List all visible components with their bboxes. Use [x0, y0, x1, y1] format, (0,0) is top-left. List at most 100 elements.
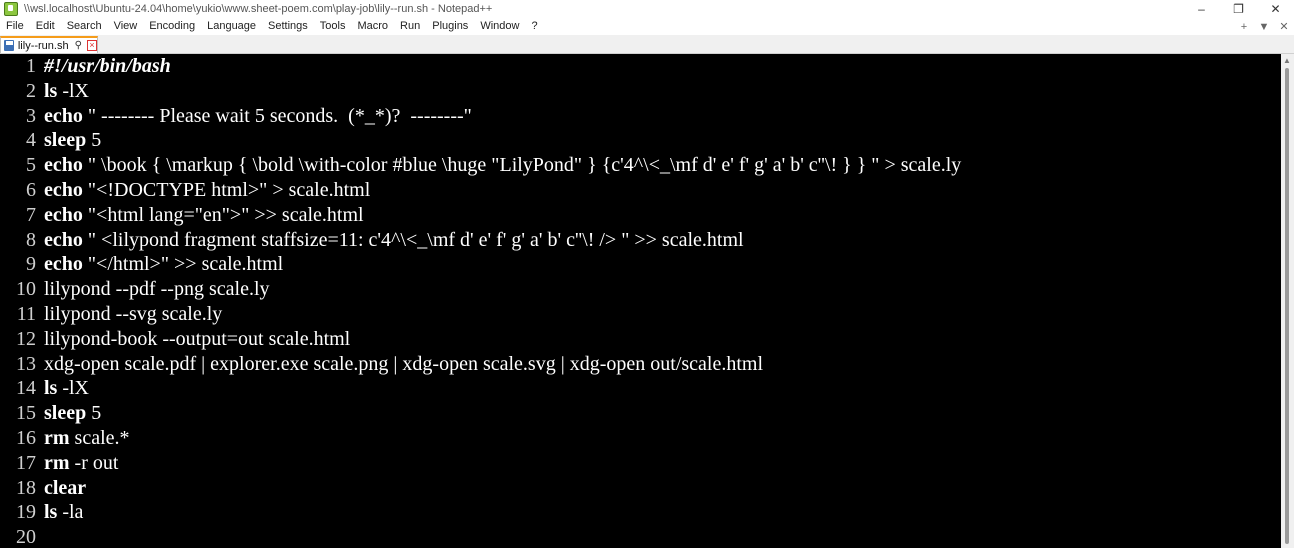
code-text: rm scale.*: [44, 426, 130, 451]
menu-view[interactable]: View: [108, 18, 144, 35]
saved-file-icon: [4, 40, 14, 51]
code-rest: 5: [86, 402, 102, 425]
close-document-icon[interactable]: ✕: [1274, 20, 1294, 33]
code-text: ls -lX: [44, 79, 89, 104]
code-rest: "</html>" >> scale.html: [82, 253, 284, 276]
code-text: ls -la: [44, 500, 83, 525]
code-text: echo " -------- Please wait 5 seconds. (…: [44, 104, 472, 129]
code-line[interactable]: 7 echo "<html lang="en">" >> scale.html: [0, 203, 1281, 228]
code-keyword: rm: [44, 451, 70, 474]
code-keyword: echo: [44, 179, 83, 201]
line-number: 2: [26, 79, 36, 102]
menu-file[interactable]: File: [0, 18, 30, 35]
code-line[interactable]: 14 ls -lX: [0, 376, 1281, 401]
code-line[interactable]: 2 ls -lX: [0, 79, 1281, 104]
line-number: 12: [16, 327, 36, 350]
code-line[interactable]: 6 echo "<!DOCTYPE html>" > scale.html: [0, 178, 1281, 203]
menu-plugins[interactable]: Plugins: [426, 18, 474, 35]
code-line[interactable]: 10 lilypond --pdf --png scale.ly: [0, 277, 1281, 302]
code-text: xdg-open scale.pdf | explorer.exe scale.…: [44, 352, 763, 377]
menu-edit[interactable]: Edit: [30, 18, 61, 35]
menu-run[interactable]: Run: [394, 18, 426, 35]
code-keyword: ls: [44, 501, 58, 524]
code-line[interactable]: 4 sleep 5: [0, 128, 1281, 153]
line-number: 11: [16, 303, 36, 325]
code-line[interactable]: 18 clear: [0, 476, 1281, 501]
code-text: sleep 5: [44, 128, 101, 153]
close-button[interactable]: ✕: [1257, 0, 1294, 18]
menu-language[interactable]: Language: [201, 18, 262, 35]
code-rest: -lX: [57, 377, 90, 400]
code-keyword: rm: [44, 427, 70, 449]
code-line[interactable]: 3 echo " -------- Please wait 5 seconds. …: [0, 104, 1281, 129]
code-rest: "<html lang="en">" >> scale.html: [82, 203, 364, 226]
code-rest: scale.*: [69, 427, 130, 449]
line-number: 1: [26, 55, 36, 77]
line-number: 20: [16, 526, 36, 548]
code-line[interactable]: 17 rm -r out: [0, 451, 1281, 476]
line-number: 13: [16, 352, 36, 375]
code-rest: " <lilypond fragment staffsize=11: c'4^\…: [82, 228, 744, 251]
new-tab-icon[interactable]: +: [1234, 21, 1254, 33]
code-keyword: ls: [44, 377, 58, 400]
code-rest: " -------- Please wait 5 seconds. (*_*)?…: [82, 104, 472, 127]
line-number: 15: [16, 402, 36, 425]
code-text: lilypond --svg scale.ly: [44, 302, 222, 327]
code-line[interactable]: 12 lilypond-book --output=out scale.html: [0, 327, 1281, 352]
code-line[interactable]: 13 xdg-open scale.pdf | explorer.exe scal…: [0, 352, 1281, 377]
code-line[interactable]: 1 #!/usr/bin/bash: [0, 54, 1281, 79]
code-line[interactable]: 8 echo " <lilypond fragment staffsize=11:…: [0, 228, 1281, 253]
scroll-up-icon[interactable]: ▲: [1283, 56, 1291, 65]
code-line[interactable]: 16 rm scale.*: [0, 426, 1281, 451]
code-rest: " \book { \markup { \bold \with-color #b…: [82, 154, 962, 177]
tab-lily-run[interactable]: lily--run.sh ⚲ ×: [0, 36, 98, 53]
code-editor[interactable]: 1 #!/usr/bin/bash 2 ls -lX 3 echo " -------- …: [0, 54, 1281, 548]
code-text: echo "<!DOCTYPE html>" > scale.html: [44, 178, 370, 203]
code-rest: xdg-open scale.pdf | explorer.exe scale.…: [44, 352, 764, 375]
tab-bar: lily--run.sh ⚲ ×: [0, 35, 1294, 54]
code-keyword: echo: [44, 104, 83, 127]
menu-macro[interactable]: Macro: [351, 18, 394, 35]
code-line[interactable]: 15 sleep 5: [0, 401, 1281, 426]
code-text: rm -r out: [44, 451, 118, 476]
menu-help[interactable]: ?: [525, 18, 543, 35]
line-number: 16: [16, 427, 36, 449]
line-number: 17: [16, 451, 36, 474]
line-number: 8: [26, 228, 36, 251]
code-line[interactable]: 9 echo "</html>" >> scale.html: [0, 252, 1281, 277]
pin-icon[interactable]: ⚲: [75, 40, 82, 51]
code-line[interactable]: 11 lilypond --svg scale.ly: [0, 302, 1281, 327]
code-line[interactable]: 20: [0, 525, 1281, 548]
code-text: echo " <lilypond fragment staffsize=11: …: [44, 228, 744, 253]
code-keyword: ls: [44, 79, 58, 102]
code-text: echo " \book { \markup { \bold \with-col…: [44, 153, 961, 178]
restore-button[interactable]: ❐: [1220, 0, 1257, 18]
code-keyword: echo: [44, 228, 83, 251]
code-text: sleep 5: [44, 401, 101, 426]
code-text: ls -lX: [44, 376, 89, 401]
line-number: 10: [16, 278, 36, 301]
scrollbar-thumb[interactable]: [1285, 68, 1289, 544]
minimize-button[interactable]: –: [1183, 0, 1220, 18]
code-rest: 5: [86, 129, 102, 152]
code-line[interactable]: 19 ls -la: [0, 500, 1281, 525]
menu-right-controls: + ▼ ✕: [1234, 18, 1294, 35]
tab-close-icon[interactable]: ×: [86, 40, 97, 51]
title-bar: \\wsl.localhost\Ubuntu-24.04\home\yukio\…: [0, 0, 1294, 18]
menu-tools[interactable]: Tools: [314, 18, 352, 35]
menu-bar: File Edit Search View Encoding Language …: [0, 18, 1294, 35]
code-line[interactable]: 5 echo " \book { \markup { \bold \with-co…: [0, 153, 1281, 178]
line-number: 3: [26, 104, 36, 127]
menu-window[interactable]: Window: [474, 18, 525, 35]
code-text: #!/usr/bin/bash: [44, 54, 171, 79]
line-number: 4: [26, 129, 36, 152]
tab-label: lily--run.sh: [17, 39, 69, 52]
tab-list-icon[interactable]: ▼: [1254, 21, 1274, 33]
menu-search[interactable]: Search: [61, 18, 108, 35]
menu-encoding[interactable]: Encoding: [143, 18, 201, 35]
line-number: 18: [16, 476, 36, 499]
vertical-scrollbar[interactable]: ▲: [1281, 54, 1294, 548]
window-controls: – ❐ ✕: [1183, 0, 1294, 18]
code-rest: -lX: [57, 79, 90, 102]
menu-settings[interactable]: Settings: [262, 18, 314, 35]
